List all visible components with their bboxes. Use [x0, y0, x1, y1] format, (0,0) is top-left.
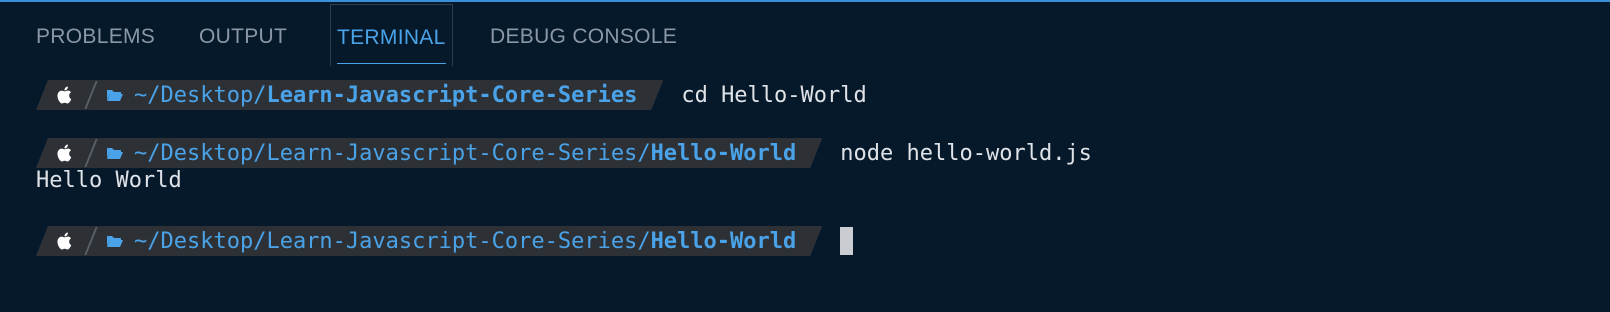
folder-open-icon — [106, 234, 124, 248]
folder-open-icon — [106, 88, 124, 102]
apple-icon — [56, 231, 72, 251]
command-text: node hello-world.js — [840, 140, 1092, 166]
tab-output[interactable]: OUTPUT — [199, 4, 287, 66]
tab-debug-console[interactable]: DEBUG CONSOLE — [490, 4, 677, 66]
prompt-path: ~/Desktop/Learn-Javascript-Core-Series/ — [134, 228, 651, 254]
prompt-path-current: Learn-Javascript-Core-Series — [266, 82, 638, 108]
prompt: ~/Desktop/Learn-Javascript-Core-Series/H… — [36, 226, 854, 256]
prompt-path: ~/Desktop/ — [134, 82, 267, 108]
prompt-segment: ~/Desktop/Learn-Javascript-Core-Series/H… — [36, 138, 822, 168]
prompt-segment: ~/Desktop/Learn-Javascript-Core-Series/H… — [36, 226, 822, 256]
tab-problems[interactable]: PROBLEMS — [36, 4, 155, 66]
panel-top-border — [0, 0, 1610, 2]
panel-tab-bar: PROBLEMS OUTPUT TERMINAL DEBUG CONSOLE — [0, 4, 1610, 70]
prompt-separator — [84, 139, 97, 167]
terminal-cursor[interactable] — [840, 227, 854, 255]
tab-terminal-label: TERMINAL — [337, 26, 446, 49]
terminal-line: ~/Desktop/Learn-Javascript-Core-Series/H… — [0, 226, 1610, 256]
prompt-path: ~/Desktop/Learn-Javascript-Core-Series/ — [134, 140, 651, 166]
apple-icon — [56, 85, 72, 105]
terminal-area[interactable]: ~/Desktop/Learn-Javascript-Core-Series c… — [0, 70, 1610, 312]
prompt-segment: ~/Desktop/Learn-Javascript-Core-Series — [36, 80, 663, 110]
terminal-line: ~/Desktop/Learn-Javascript-Core-Series c… — [0, 80, 1610, 110]
terminal-line: ~/Desktop/Learn-Javascript-Core-Series/H… — [0, 138, 1610, 168]
active-tab-underline — [337, 63, 446, 64]
prompt-separator — [84, 81, 97, 109]
prompt-path-current: Hello-World — [650, 140, 797, 166]
apple-icon — [56, 143, 72, 163]
command-output: Hello World — [36, 168, 182, 193]
tab-terminal[interactable]: TERMINAL — [330, 4, 453, 66]
prompt-path-current: Hello-World — [650, 228, 797, 254]
prompt: ~/Desktop/Learn-Javascript-Core-Series c… — [36, 80, 867, 110]
command-text: cd Hello-World — [681, 82, 867, 108]
prompt-separator — [84, 227, 97, 255]
prompt: ~/Desktop/Learn-Javascript-Core-Series/H… — [36, 138, 1092, 168]
folder-open-icon — [106, 146, 124, 160]
